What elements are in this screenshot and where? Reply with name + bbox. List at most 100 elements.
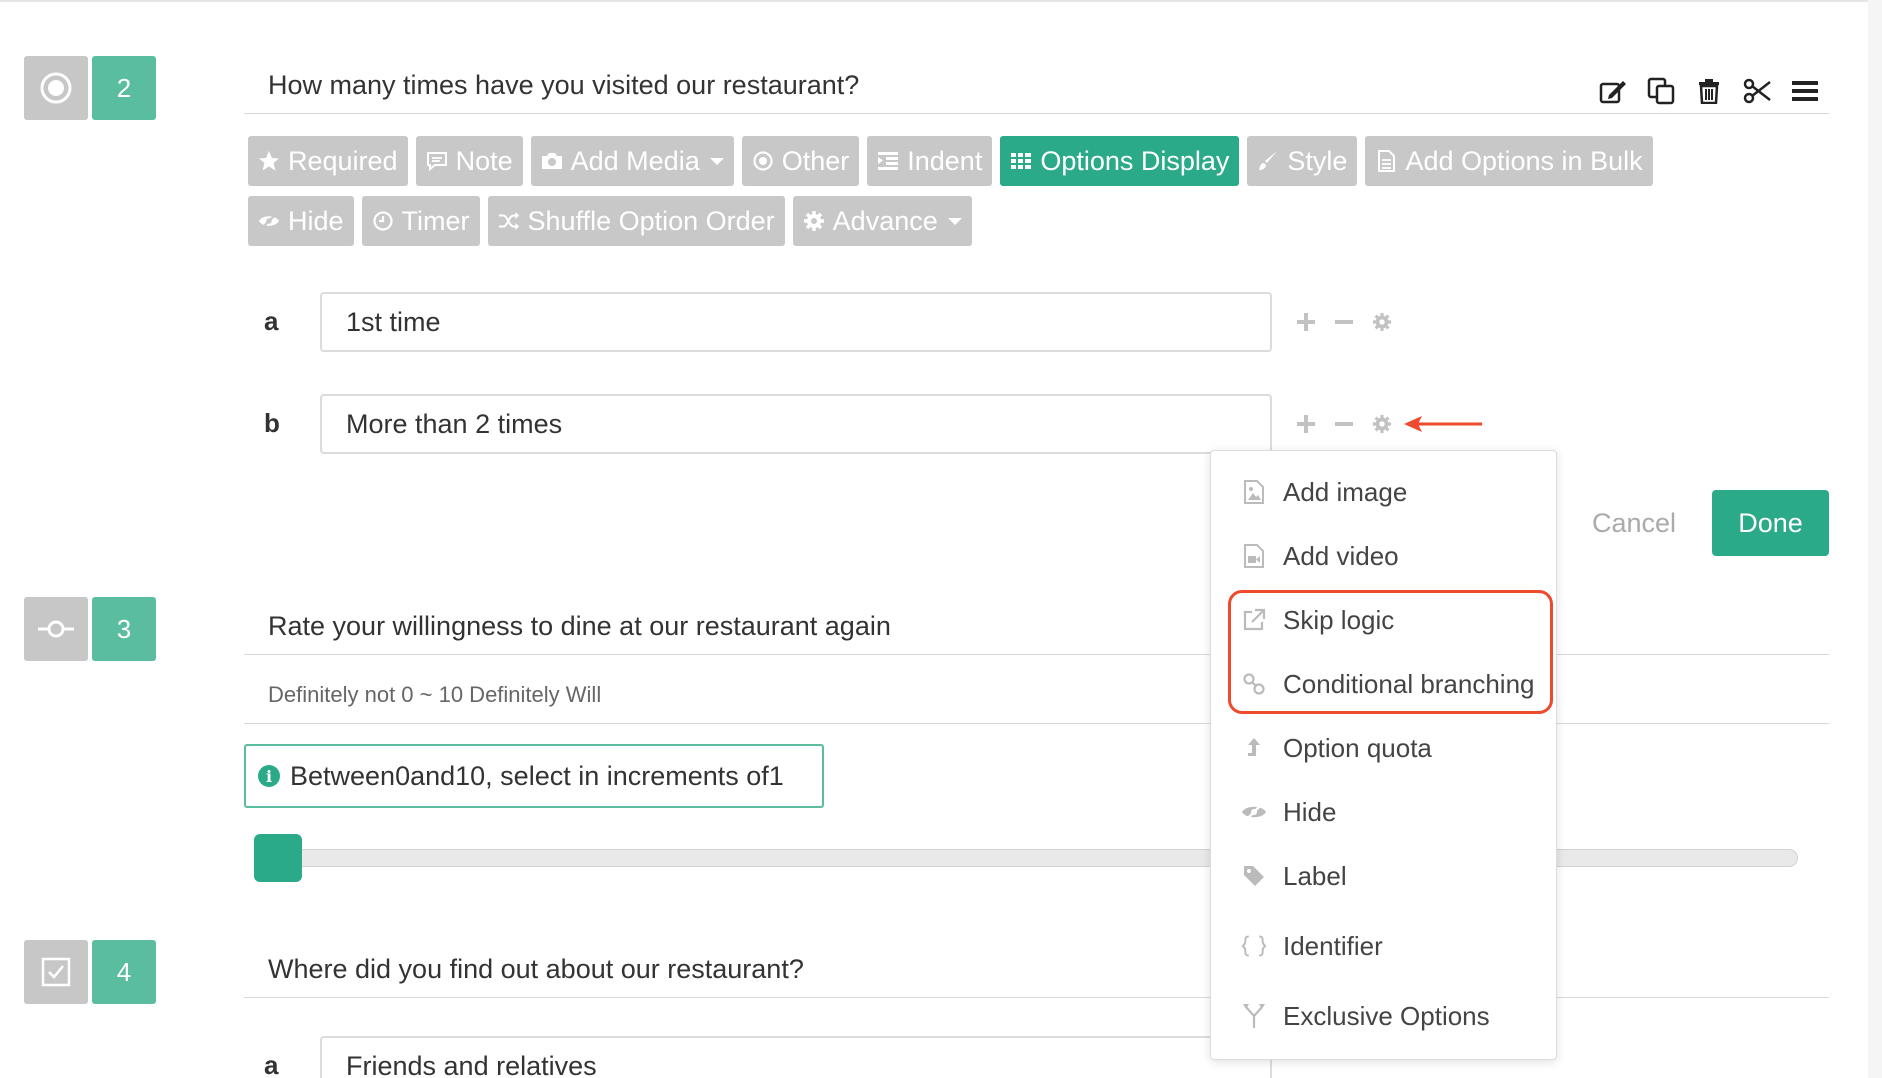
option-letter: a [264,306,279,336]
add-options-in-bulk-label: Add Options in Bulk [1405,145,1643,176]
menu-item-identifier[interactable]: Identifier [1211,921,1556,971]
chevron-down-icon [709,157,724,165]
quota-icon [1241,735,1267,761]
video-icon [1241,543,1267,569]
question-title-text: Where did you find out about our restaur… [268,954,804,984]
eye-slash-icon [258,210,280,232]
menu-icon[interactable] [1790,76,1820,106]
menu-item-label: Add image [1283,476,1408,507]
done-button[interactable]: Done [1712,490,1829,556]
indent-label: Indent [907,145,983,176]
chevron-down-icon [947,217,962,225]
scale-label[interactable]: Definitely not 0 ~ 10 Definitely Will [244,666,1829,724]
question-title[interactable]: Where did you find out about our restaur… [244,942,1829,998]
option-letter: a [264,1050,279,1078]
top-divider [0,0,1882,2]
question-title-text: Rate your willingness to dine at our res… [268,611,891,641]
question-title[interactable]: How many times have you visited our rest… [244,58,1829,114]
timer-label: Timer [401,205,470,236]
option-controls [1296,312,1392,332]
range-hint: i Between0and10, select in increments of… [244,744,824,808]
eye-slash-icon [1241,799,1267,825]
menu-item-label: Hide [1283,796,1337,827]
question-number-badge: 2 [92,56,156,120]
fork-icon [1241,1003,1267,1029]
question-toolbar-row1: Required Note Add Media Other Indent Opt… [248,136,1653,186]
menu-item-option-quota[interactable]: Option quota [1211,723,1556,773]
scrollbar[interactable] [1868,0,1882,1078]
radio-dot-icon [752,150,774,172]
document-icon [1375,150,1397,172]
info-icon: i [258,765,280,787]
shuffle-option-order-button[interactable]: Shuffle Option Order [487,196,785,246]
menu-item-label: Add video [1283,540,1399,571]
question-actions [1598,76,1820,106]
note-button[interactable]: Note [415,136,523,186]
range-hint-text: Between0and10, select in increments of1 [290,760,784,791]
camera-icon [541,150,563,172]
menu-item-hide[interactable]: Hide [1211,787,1556,837]
gear-icon [803,210,825,232]
other-button[interactable]: Other [741,136,860,186]
menu-item-exclusive-options[interactable]: Exclusive Options [1211,991,1556,1041]
star-icon [258,150,280,172]
add-media-button[interactable]: Add Media [530,136,734,186]
menu-item-add-video[interactable]: Add video [1211,531,1556,581]
required-button[interactable]: Required [248,136,408,186]
copy-icon[interactable] [1646,76,1676,106]
scissors-icon[interactable] [1742,76,1772,106]
hide-label: Hide [288,205,344,236]
tag-icon [1241,863,1267,889]
question-type-radio-icon [24,56,88,120]
options-display-label: Options Display [1040,145,1230,176]
question-type-slider-icon [24,597,88,661]
option-letter: b [264,408,280,438]
other-label: Other [781,145,850,176]
question-title[interactable]: Rate your willingness to dine at our res… [244,599,1829,655]
option-settings-menu: Add image Add video Skip logic Condition… [1210,450,1557,1060]
cancel-button[interactable]: Cancel [1574,490,1694,556]
option-input[interactable]: More than 2 times [320,394,1272,454]
timer-button[interactable]: Timer [361,196,480,246]
option-input[interactable]: 1st time [320,292,1272,352]
menu-item-label: Label [1283,860,1347,891]
option-settings-gear-icon[interactable] [1372,312,1392,332]
shuffle-option-order-label: Shuffle Option Order [527,205,775,236]
hide-button[interactable]: Hide [248,196,354,246]
style-button[interactable]: Style [1247,136,1358,186]
clock-icon [372,210,394,232]
add-option-icon[interactable] [1296,312,1316,332]
advance-button[interactable]: Advance [792,196,972,246]
question-type-checkbox-icon [24,940,88,1004]
remove-option-icon[interactable] [1334,414,1354,434]
menu-item-label: Identifier [1283,930,1383,961]
add-options-in-bulk-button[interactable]: Add Options in Bulk [1365,136,1653,186]
option-controls [1296,414,1392,434]
advance-label: Advance [832,205,938,236]
shuffle-icon [498,210,520,232]
required-label: Required [288,145,398,176]
question-title-text: How many times have you visited our rest… [268,70,860,100]
options-display-button[interactable]: Options Display [1000,136,1240,186]
annotation-arrow-icon [1404,416,1482,432]
option-settings-gear-icon[interactable] [1372,414,1392,434]
menu-item-label-option[interactable]: Label [1211,851,1556,901]
menu-item-add-image[interactable]: Add image [1211,467,1556,517]
question-toolbar-row2: Hide Timer Shuffle Option Order Advance [248,196,972,246]
add-option-icon[interactable] [1296,414,1316,434]
style-label: Style [1287,145,1348,176]
option-input[interactable]: Friends and relatives [320,1036,1272,1078]
slider-handle[interactable] [254,834,302,882]
edit-icon[interactable] [1598,76,1628,106]
question-number-badge: 3 [92,597,156,661]
slider-track[interactable] [254,849,1798,867]
remove-option-icon[interactable] [1334,312,1354,332]
comment-icon [426,150,448,172]
note-label: Note [455,145,513,176]
annotation-highlight-box [1228,590,1553,714]
question-number-badge: 4 [92,940,156,1004]
menu-item-label: Exclusive Options [1283,1000,1490,1031]
image-icon [1241,479,1267,505]
indent-button[interactable]: Indent [867,136,993,186]
trash-icon[interactable] [1694,76,1724,106]
